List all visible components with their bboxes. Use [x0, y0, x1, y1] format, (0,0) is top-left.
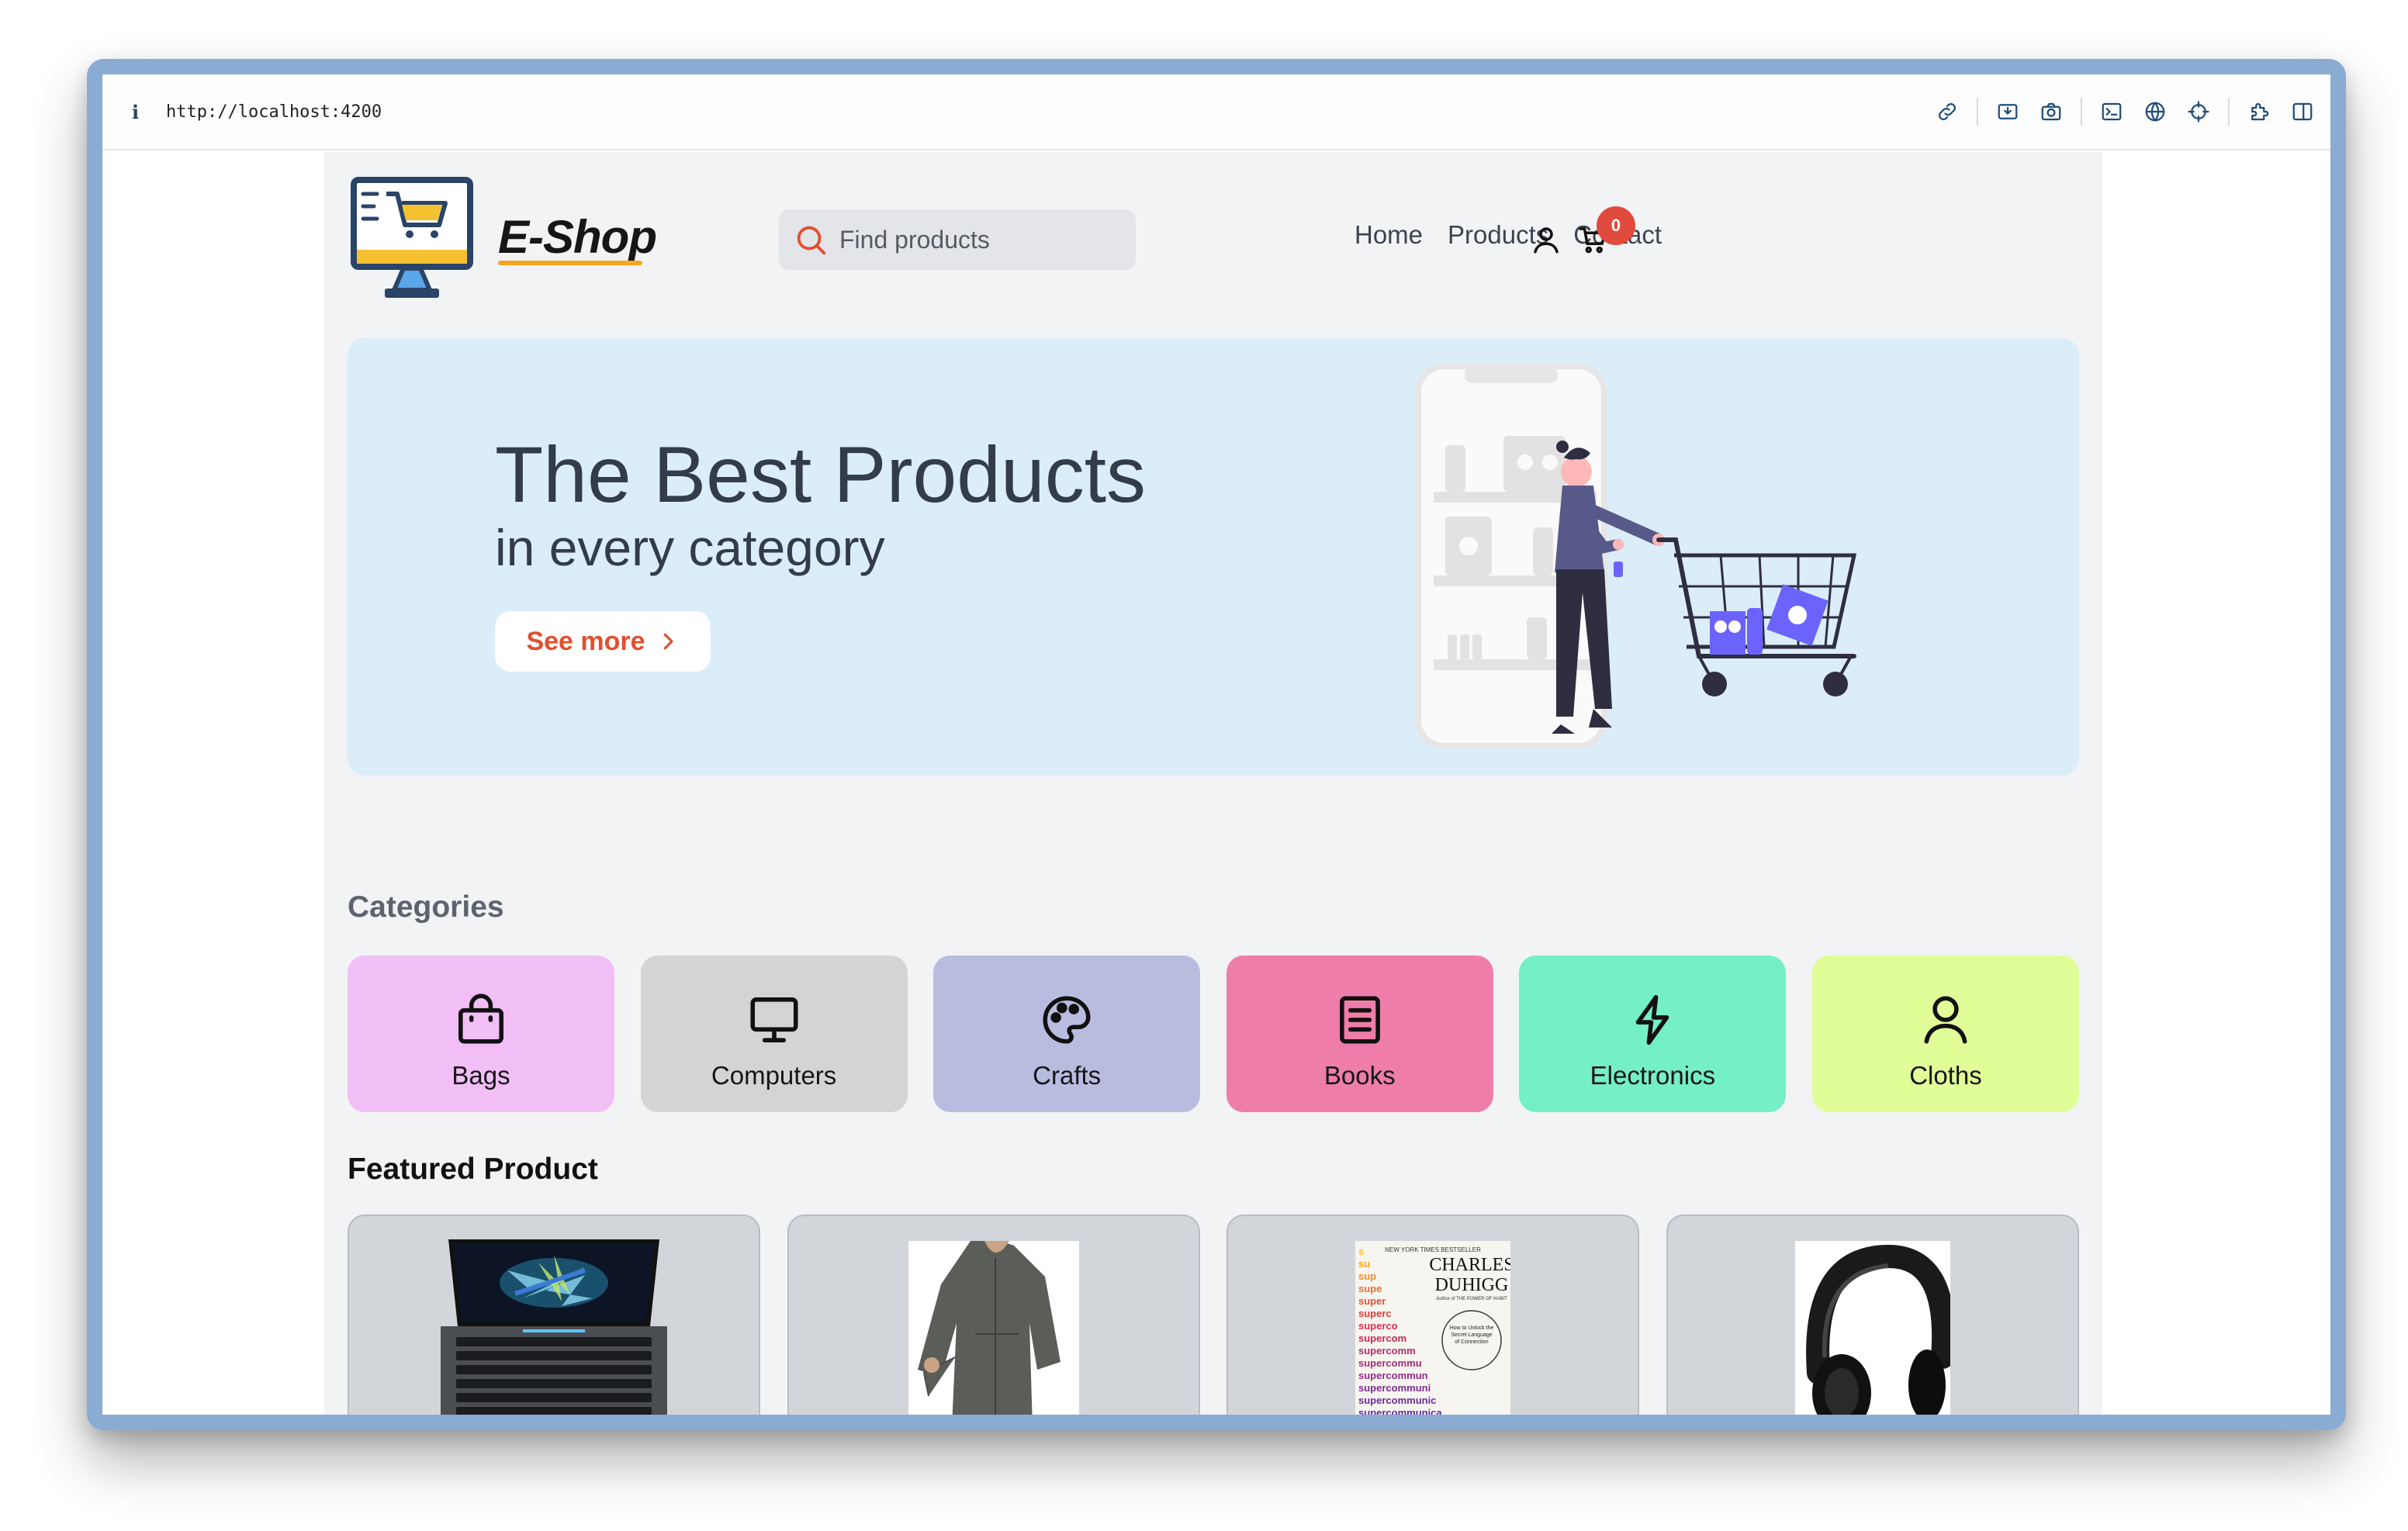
- brand-underline: [498, 261, 642, 265]
- browser-toolbar: i http://localhost:4200: [102, 74, 2330, 150]
- categories-title: Categories: [348, 890, 504, 924]
- brand-name[interactable]: E-Shop: [498, 210, 657, 264]
- download-icon[interactable]: [1994, 98, 2022, 126]
- shop-page: E-Shop Home Products Contact 0 The Best …: [324, 152, 2102, 1415]
- monitor-icon: [750, 997, 798, 1042]
- book-word-line: supe: [1358, 1283, 1382, 1294]
- book-word-line: sup: [1358, 1270, 1376, 1282]
- toolbar-separator: [1977, 98, 1978, 126]
- category-label: Crafts: [1033, 1061, 1102, 1090]
- person-icon: [1924, 996, 1967, 1044]
- cart-count-badge: 0: [1597, 206, 1635, 245]
- book-cover-image: NEW YORK TIMES BESTSELLER CHARLES DUHIGG…: [1355, 1241, 1511, 1415]
- category-label: Cloths: [1909, 1061, 1982, 1090]
- logo-icon[interactable]: [348, 175, 475, 302]
- camera-icon[interactable]: [2037, 98, 2065, 126]
- category-computers[interactable]: Computers: [640, 956, 908, 1112]
- category-crafts[interactable]: Crafts: [933, 956, 1201, 1112]
- book-word-line: super: [1358, 1295, 1386, 1307]
- category-electronics[interactable]: Electronics: [1519, 956, 1787, 1112]
- book-icon: [1339, 996, 1380, 1044]
- book-word-line: su: [1358, 1258, 1370, 1270]
- laptop-image: [441, 1239, 667, 1415]
- book-banner: NEW YORK TIMES BESTSELLER: [1385, 1246, 1481, 1253]
- category-cloths[interactable]: Cloths: [1811, 956, 2079, 1112]
- user-icon[interactable]: [1530, 223, 1562, 256]
- search-bar[interactable]: [779, 209, 1136, 270]
- book-word-line: supercommunic: [1358, 1394, 1436, 1406]
- info-icon[interactable]: i: [132, 101, 139, 123]
- category-list: Bags Computers Crafts Books Electronics …: [348, 956, 2079, 1112]
- product-card[interactable]: [787, 1215, 1200, 1415]
- sidebar-icon[interactable]: [2289, 98, 2316, 126]
- search-icon: [797, 226, 826, 255]
- book-word-line: supercommun: [1358, 1370, 1428, 1381]
- globe-icon[interactable]: [2141, 98, 2169, 126]
- jacket-image: [908, 1241, 1079, 1415]
- product-card[interactable]: [348, 1215, 760, 1415]
- category-label: Electronics: [1590, 1061, 1716, 1090]
- book-word-line: supercommu: [1358, 1357, 1422, 1369]
- nav-home[interactable]: Home: [1354, 220, 1423, 250]
- category-label: Books: [1323, 1061, 1396, 1090]
- hero-title: The Best Products: [495, 430, 1147, 519]
- book-word-line: supercomm: [1358, 1345, 1416, 1356]
- bag-icon: [458, 994, 503, 1044]
- toolbar-separator: [2081, 98, 2082, 126]
- book-author-last: DUHIGG: [1435, 1275, 1509, 1295]
- hero-subtitle: in every category: [495, 519, 885, 576]
- headphones-image: [1794, 1241, 1950, 1415]
- lightning-icon: [1636, 994, 1669, 1045]
- main-nav: Home Products Contact: [1354, 220, 1687, 250]
- featured-title: Featured Product: [348, 1153, 598, 1186]
- category-label: Bags: [452, 1061, 510, 1090]
- palette-icon: [1043, 996, 1091, 1044]
- hero-banner: The Best Products in every category See …: [348, 338, 2079, 776]
- product-card[interactable]: [1666, 1215, 2079, 1415]
- product-card[interactable]: NEW YORK TIMES BESTSELLER CHARLES DUHIGG…: [1226, 1215, 1640, 1415]
- book-word-line: superco: [1358, 1320, 1398, 1332]
- category-books[interactable]: Books: [1226, 956, 1493, 1112]
- category-bags[interactable]: Bags: [348, 956, 614, 1112]
- browser-content: i http://localhost:4200 E-Shop Find prod…: [102, 74, 2330, 1415]
- see-more-button[interactable]: See more: [495, 611, 711, 672]
- book-word-line: s: [1358, 1246, 1364, 1257]
- book-byline: Author of THE POWER OF HABIT: [1437, 1297, 1508, 1301]
- crosshair-icon[interactable]: [2185, 98, 2213, 126]
- terminal-icon[interactable]: [2098, 98, 2126, 126]
- search-input[interactable]: [839, 225, 1119, 254]
- book-word-line: supercom: [1358, 1332, 1406, 1344]
- link-icon[interactable]: [1933, 98, 1961, 126]
- page-viewport: E-Shop Home Products Contact 0 The Best …: [102, 152, 2330, 1415]
- see-more-label: See more: [526, 626, 645, 656]
- featured-products: NEW YORK TIMES BESTSELLER CHARLES DUHIGG…: [348, 1215, 2079, 1415]
- extension-icon[interactable]: [2245, 98, 2273, 126]
- browser-window: i http://localhost:4200 E-Shop Find prod…: [87, 59, 2346, 1430]
- book-word-line: superc: [1358, 1308, 1392, 1319]
- toolbar-icons: [1918, 98, 2316, 126]
- book-author-first: CHARLES: [1430, 1255, 1511, 1275]
- shopping-illustration: [1415, 363, 1857, 749]
- book-word-line: supercommunica: [1358, 1407, 1442, 1415]
- book-word-line: supercommuni: [1358, 1382, 1431, 1394]
- chevron-right-icon: [663, 633, 673, 650]
- toolbar-separator: [2228, 98, 2230, 126]
- url-bar[interactable]: http://localhost:4200: [166, 102, 382, 122]
- book-circle-text: How to Unlock the Secret Language of Con…: [1449, 1325, 1494, 1345]
- category-label: Computers: [711, 1061, 837, 1090]
